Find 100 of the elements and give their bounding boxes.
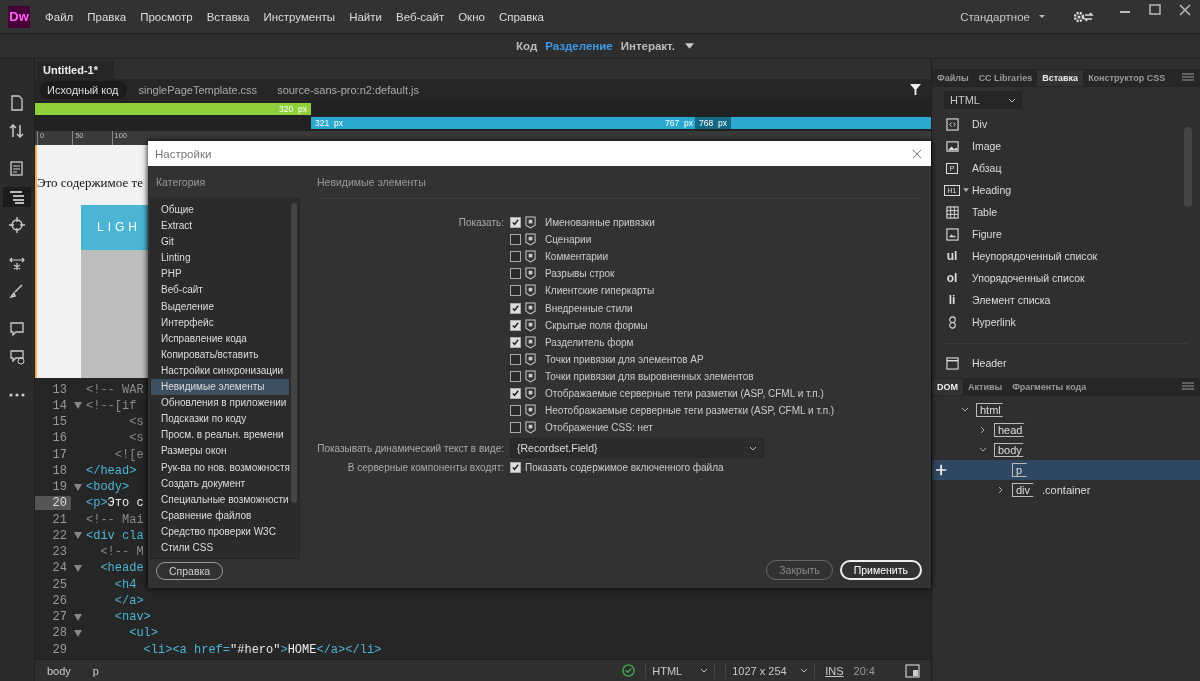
close-icon[interactable] bbox=[912, 148, 922, 159]
chevron-icon[interactable] bbox=[979, 447, 987, 453]
insert-item[interactable]: ol Упорядоченный список bbox=[944, 267, 1188, 289]
related-file-tab[interactable]: Исходный код bbox=[39, 80, 127, 99]
tree-node[interactable]: html bbox=[932, 400, 1200, 420]
category-item[interactable]: Веб-сайт bbox=[151, 282, 289, 299]
filter-icon[interactable] bbox=[910, 84, 921, 96]
category-item[interactable]: Настройки синхронизации bbox=[151, 362, 289, 380]
fold-icon[interactable] bbox=[73, 613, 82, 621]
tree-node[interactable]: p bbox=[932, 460, 1200, 480]
category-item[interactable]: Исправление кода bbox=[151, 330, 289, 347]
caret-icon[interactable] bbox=[963, 188, 969, 192]
checkbox[interactable] bbox=[510, 370, 521, 382]
checkbox[interactable] bbox=[510, 234, 521, 246]
fold-icon[interactable] bbox=[73, 564, 82, 572]
check-icon[interactable] bbox=[622, 664, 636, 678]
category-item[interactable]: Сравнение файлов bbox=[151, 507, 289, 524]
checkbox[interactable] bbox=[510, 319, 521, 331]
category-item[interactable]: Выделение bbox=[151, 298, 289, 315]
checkbox[interactable] bbox=[510, 268, 521, 280]
category-item[interactable]: Просм. в реальн. времени bbox=[151, 427, 289, 444]
category-item[interactable]: Extract bbox=[151, 218, 289, 235]
insert-item[interactable]: Header bbox=[944, 343, 1188, 374]
insert-item[interactable]: Figure bbox=[944, 223, 1188, 245]
category-item[interactable]: Обновления в приложении bbox=[151, 395, 289, 412]
tree-node[interactable]: div .container bbox=[932, 480, 1200, 500]
category-item[interactable]: Размеры окон bbox=[151, 443, 289, 460]
fold-icon[interactable] bbox=[73, 483, 82, 491]
caret-icon[interactable] bbox=[1008, 97, 1016, 103]
menu-icon[interactable] bbox=[1182, 382, 1194, 392]
menu-icon[interactable] bbox=[1182, 73, 1194, 83]
panel-tab[interactable]: DOM bbox=[932, 379, 963, 395]
panel-tab[interactable]: Фрагменты кода bbox=[1007, 379, 1092, 395]
category-item[interactable]: Стили CSS bbox=[151, 539, 289, 557]
checkbox[interactable] bbox=[510, 336, 521, 348]
fold-icon[interactable] bbox=[73, 532, 82, 540]
language-dropdown[interactable]: HTML bbox=[645, 662, 716, 679]
format-dropdown[interactable]: {Recordset.Field} bbox=[510, 438, 764, 459]
view-tab[interactable]: Код bbox=[516, 40, 538, 52]
checkbox[interactable] bbox=[510, 353, 521, 365]
checkbox[interactable] bbox=[510, 422, 521, 434]
caret-icon[interactable] bbox=[800, 668, 809, 674]
menu-item[interactable]: Правка bbox=[80, 10, 134, 23]
panel-tab[interactable]: Активы bbox=[963, 379, 1008, 395]
checkbox[interactable] bbox=[510, 302, 521, 314]
tag-breadcrumb[interactable]: p bbox=[90, 664, 109, 677]
tree-node[interactable]: body bbox=[932, 440, 1200, 460]
menu-item[interactable]: Веб-сайт bbox=[388, 10, 452, 23]
settings-icon[interactable] bbox=[1072, 9, 1094, 24]
menu-item[interactable]: Справка bbox=[491, 10, 552, 23]
checkbox[interactable] bbox=[510, 405, 521, 417]
category-item[interactable]: Невидимые элементы bbox=[151, 379, 289, 396]
fold-icon[interactable] bbox=[73, 629, 82, 637]
add-icon[interactable] bbox=[936, 464, 948, 476]
category-item[interactable]: Создать документ bbox=[151, 475, 289, 492]
category-item[interactable]: Специальные возможности bbox=[151, 491, 289, 508]
related-file-tab[interactable]: singlePageTemplate.css bbox=[130, 80, 266, 99]
insert-item[interactable]: Div bbox=[944, 113, 1188, 135]
category-item[interactable]: Средство проверки W3C bbox=[151, 523, 289, 540]
view-tab[interactable]: Интеракт. bbox=[620, 40, 675, 52]
workspace-switcher[interactable]: Стандартное bbox=[960, 10, 1046, 23]
window-size-dropdown[interactable]: 1027 x 254 bbox=[725, 662, 816, 679]
apply-button[interactable]: Применить bbox=[839, 560, 922, 580]
fold-icon[interactable] bbox=[73, 402, 82, 410]
category-item[interactable]: Linting bbox=[151, 250, 289, 267]
preview-icon[interactable] bbox=[905, 663, 921, 678]
chevron-icon[interactable] bbox=[961, 407, 969, 413]
media-query-bar[interactable]: 321 px 767 px 768 px bbox=[311, 116, 931, 129]
related-file-tab[interactable]: source-sans-pro:n2:default.js bbox=[269, 80, 427, 99]
view-tab[interactable]: Разделение bbox=[545, 40, 613, 52]
menu-item[interactable]: Найти bbox=[342, 10, 389, 23]
category-item[interactable]: PHP bbox=[151, 266, 289, 283]
menu-item[interactable]: Инструменты bbox=[256, 10, 343, 23]
insert-item[interactable]: Image bbox=[944, 135, 1188, 157]
caret-icon[interactable] bbox=[1038, 14, 1046, 19]
chevron-icon[interactable] bbox=[980, 426, 986, 434]
caret-icon[interactable] bbox=[749, 445, 757, 451]
category-item[interactable]: Подсказки по коду bbox=[151, 411, 289, 428]
menu-item[interactable]: Вставка bbox=[199, 10, 257, 23]
menu-item[interactable]: Файл bbox=[38, 10, 81, 23]
tag-breadcrumb[interactable]: body bbox=[45, 664, 81, 677]
category-dropdown[interactable]: HTML bbox=[944, 91, 1022, 109]
checkbox[interactable] bbox=[510, 462, 521, 474]
panel-tab[interactable]: Вставка bbox=[1037, 70, 1084, 86]
panel-tab[interactable]: Файлы bbox=[932, 70, 974, 86]
category-item[interactable]: Общие bbox=[151, 202, 289, 219]
checkbox[interactable] bbox=[510, 217, 521, 229]
checkbox[interactable] bbox=[510, 388, 521, 399]
menu-item[interactable]: Окно bbox=[451, 10, 492, 23]
insert-item[interactable]: Table bbox=[944, 201, 1188, 223]
scrollbar[interactable] bbox=[291, 203, 297, 503]
tree-node[interactable]: head bbox=[932, 420, 1200, 440]
insert-item[interactable]: li Элемент списка bbox=[944, 289, 1188, 311]
insert-item[interactable]: Hyperlink bbox=[944, 311, 1188, 333]
category-item[interactable]: Рук-ва по нов. возможностя bbox=[151, 459, 289, 476]
panel-tab[interactable]: CC Libraries bbox=[973, 70, 1038, 86]
outline-icon[interactable] bbox=[3, 187, 31, 207]
checkbox[interactable] bbox=[510, 251, 521, 263]
category-item[interactable]: Копировать/вставить bbox=[151, 346, 289, 363]
category-item[interactable]: Интерфейс bbox=[151, 314, 289, 331]
